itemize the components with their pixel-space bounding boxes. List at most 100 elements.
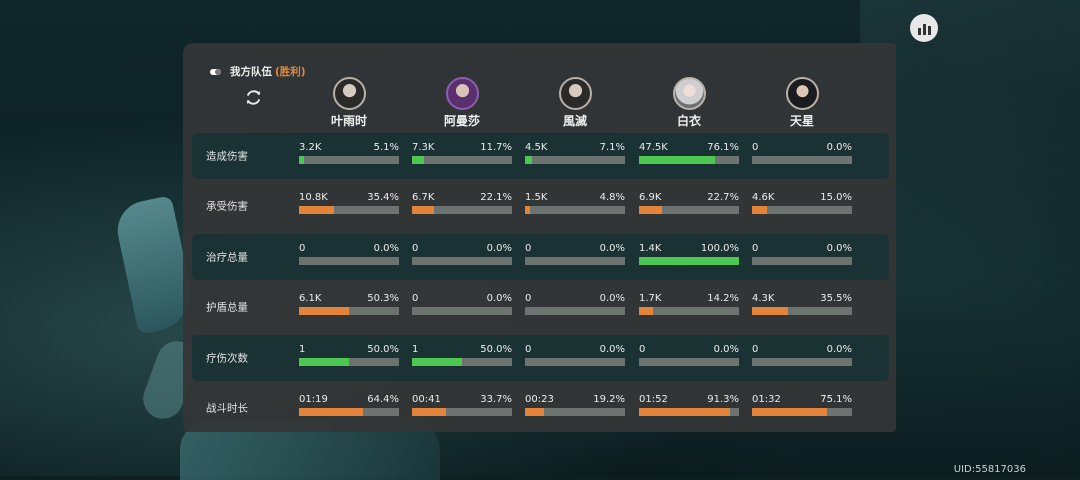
stat-label: 疗伤次数 bbox=[206, 352, 248, 365]
stat-percent: 22.1% bbox=[480, 192, 512, 203]
stat-percent: 0.0% bbox=[486, 293, 512, 304]
stat-bar-fill bbox=[639, 307, 654, 315]
stat-value: 0 bbox=[752, 344, 759, 355]
stat-bar bbox=[412, 408, 512, 416]
stat-cell: 3.2K 5.1% bbox=[299, 142, 399, 164]
hero-name: 叶雨时 bbox=[330, 114, 367, 128]
stat-row: 战斗时长 01:19 64.4% 00:41 33.7% 00:23 19.2% 01:52 9… bbox=[192, 385, 889, 431]
stat-cell: 6.7K 22.1% bbox=[412, 192, 512, 214]
stat-bar bbox=[299, 358, 399, 366]
stat-bar-fill bbox=[639, 257, 739, 265]
hero-avatar-icon[interactable] bbox=[445, 77, 479, 110]
stat-bar-fill bbox=[299, 206, 335, 214]
stat-value: 0 bbox=[412, 243, 419, 254]
stat-percent: 0.0% bbox=[373, 243, 399, 254]
stat-bar bbox=[525, 408, 625, 416]
stat-cell: 6.1K 50.3% bbox=[299, 293, 399, 315]
stat-value: 7.3K bbox=[412, 142, 435, 153]
stat-bar-fill bbox=[752, 206, 767, 214]
stat-value: 1 bbox=[412, 344, 419, 355]
toggle-icon[interactable] bbox=[210, 68, 221, 75]
stat-bar bbox=[412, 156, 512, 164]
hero-column-header: 天星 bbox=[752, 77, 852, 129]
stat-cell: 4.5K 7.1% bbox=[525, 142, 625, 164]
stat-percent: 50.0% bbox=[367, 344, 399, 355]
stat-percent: 0.0% bbox=[826, 142, 852, 153]
stat-percent: 7.1% bbox=[599, 142, 625, 153]
stat-percent: 64.4% bbox=[367, 394, 399, 405]
stat-percent: 35.5% bbox=[820, 293, 852, 304]
stat-bar bbox=[752, 206, 852, 214]
stat-value: 4.3K bbox=[752, 293, 775, 304]
hero-avatar-icon[interactable] bbox=[785, 77, 819, 110]
stat-value: 0 bbox=[752, 243, 759, 254]
stat-percent: 0.0% bbox=[599, 344, 625, 355]
stat-cell: 0 0.0% bbox=[412, 243, 512, 265]
stat-label: 护盾总量 bbox=[206, 301, 248, 314]
hero-name: 白衣 bbox=[676, 114, 701, 128]
stat-bar bbox=[639, 408, 739, 416]
hero-name: 風滅 bbox=[562, 114, 587, 128]
stat-bar-fill bbox=[299, 408, 364, 416]
stat-value: 0 bbox=[525, 293, 532, 304]
stat-cell: 10.8K 35.4% bbox=[299, 192, 399, 214]
stat-value: 01:19 bbox=[299, 394, 328, 405]
stat-value: 4.5K bbox=[525, 142, 548, 153]
stat-value: 4.6K bbox=[752, 192, 775, 203]
stat-percent: 22.7% bbox=[707, 192, 739, 203]
battle-stats-panel: 我方队伍 (胜利) 叶雨时 阿曼莎 風滅 白衣 天星 造成伤害 3.2K 5.1% 7.3K 1… bbox=[183, 43, 896, 432]
stat-cell: 4.3K 35.5% bbox=[752, 293, 852, 315]
stat-cell: 01:19 64.4% bbox=[299, 394, 399, 416]
hero-avatar-icon[interactable] bbox=[332, 77, 366, 110]
stat-bar bbox=[412, 257, 512, 265]
stat-value: 6.1K bbox=[299, 293, 322, 304]
stat-bar-fill bbox=[299, 358, 349, 366]
stat-cell: 7.3K 11.7% bbox=[412, 142, 512, 164]
stat-bar bbox=[752, 307, 852, 315]
stat-value: 0 bbox=[752, 142, 759, 153]
stat-cell: 01:52 91.3% bbox=[639, 394, 739, 416]
stat-label: 战斗时长 bbox=[206, 402, 248, 415]
hero-header-row: 叶雨时 阿曼莎 風滅 白衣 天星 bbox=[183, 77, 896, 132]
stat-value: 0 bbox=[639, 344, 646, 355]
stat-bar bbox=[639, 307, 739, 315]
stat-bar bbox=[299, 307, 399, 315]
stat-value: 01:32 bbox=[752, 394, 781, 405]
stat-cell: 1.5K 4.8% bbox=[525, 192, 625, 214]
stat-cell: 0 0.0% bbox=[299, 243, 399, 265]
stat-cell: 1 50.0% bbox=[299, 344, 399, 366]
stat-bar-fill bbox=[412, 408, 446, 416]
stats-chart-icon[interactable] bbox=[910, 14, 938, 42]
stat-value: 0 bbox=[412, 293, 419, 304]
stat-bar-fill bbox=[639, 206, 662, 214]
stat-cell: 0 0.0% bbox=[525, 293, 625, 315]
stat-value: 01:52 bbox=[639, 394, 668, 405]
stat-percent: 11.7% bbox=[480, 142, 512, 153]
hero-column-header: 白衣 bbox=[639, 77, 739, 129]
hero-avatar-icon[interactable] bbox=[672, 77, 706, 110]
stat-bar-fill bbox=[412, 156, 424, 164]
stat-bar bbox=[525, 358, 625, 366]
stat-percent: 0.0% bbox=[826, 344, 852, 355]
stat-percent: 35.4% bbox=[367, 192, 399, 203]
stat-percent: 0.0% bbox=[599, 243, 625, 254]
stat-cell: 0 0.0% bbox=[752, 243, 852, 265]
stat-cell: 1.7K 14.2% bbox=[639, 293, 739, 315]
stat-bar bbox=[752, 257, 852, 265]
stat-value: 10.8K bbox=[299, 192, 328, 203]
stat-value: 1.7K bbox=[639, 293, 662, 304]
stat-percent: 4.8% bbox=[599, 192, 625, 203]
stat-bar bbox=[412, 206, 512, 214]
stat-cell: 0 0.0% bbox=[752, 142, 852, 164]
stat-label: 造成伤害 bbox=[206, 150, 248, 163]
stat-percent: 15.0% bbox=[820, 192, 852, 203]
stat-row: 护盾总量 6.1K 50.3% 0 0.0% 0 0.0% 1.7K 14.2% 4.3K 35.5… bbox=[192, 284, 889, 330]
stat-bar bbox=[299, 156, 399, 164]
stat-bar bbox=[525, 307, 625, 315]
stat-percent: 0.0% bbox=[713, 344, 739, 355]
stat-value: 0 bbox=[525, 344, 532, 355]
hero-column-header: 風滅 bbox=[525, 77, 625, 129]
stat-cell: 0 0.0% bbox=[752, 344, 852, 366]
stat-percent: 50.0% bbox=[480, 344, 512, 355]
hero-avatar-icon[interactable] bbox=[558, 77, 592, 110]
